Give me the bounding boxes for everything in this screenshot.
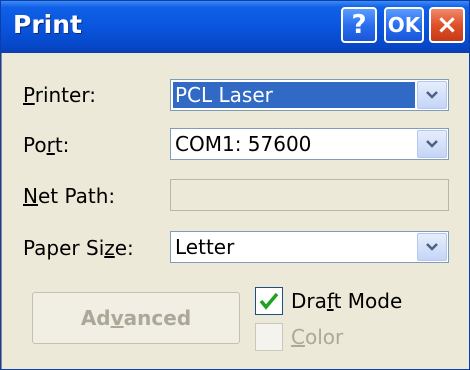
paper-size-value: Letter bbox=[175, 235, 235, 259]
draft-mode-label[interactable]: Draft Mode bbox=[291, 289, 402, 313]
paper-size-select[interactable]: Letter bbox=[170, 231, 449, 263]
advanced-button[interactable]: Ad v anced bbox=[32, 292, 240, 344]
printer-dropdown-button[interactable] bbox=[417, 81, 447, 109]
printer-select[interactable]: PCL Laser bbox=[170, 79, 449, 111]
port-value: COM1: 57600 bbox=[175, 132, 312, 156]
draft-mode-checkbox[interactable] bbox=[255, 287, 283, 315]
paper-size-dropdown-button[interactable] bbox=[417, 233, 447, 261]
close-button[interactable]: × bbox=[429, 7, 465, 43]
title-bar[interactable]: Print ? OK × bbox=[1, 1, 469, 53]
paper-size-label: Paper Size: bbox=[23, 236, 134, 260]
left-divider bbox=[1, 53, 2, 369]
port-label: Port: bbox=[23, 133, 70, 157]
chevron-down-icon bbox=[426, 91, 438, 99]
ok-button[interactable]: OK bbox=[384, 7, 424, 43]
color-label[interactable]: Color bbox=[291, 325, 343, 349]
dialog-title: Print bbox=[13, 10, 82, 39]
port-dropdown-button[interactable] bbox=[417, 130, 447, 158]
close-icon: × bbox=[436, 10, 458, 40]
help-button[interactable]: ? bbox=[341, 7, 377, 43]
net-path-input[interactable] bbox=[170, 179, 449, 211]
chevron-down-icon bbox=[426, 140, 438, 148]
checkmark-icon bbox=[259, 292, 279, 310]
printer-label: Printer: bbox=[23, 83, 96, 107]
chevron-down-icon bbox=[426, 243, 438, 251]
printer-value: PCL Laser bbox=[175, 83, 273, 107]
net-path-label: Net Path: bbox=[23, 184, 116, 208]
print-dialog: Print ? OK × Printer: PCL Laser Port: CO… bbox=[0, 0, 470, 370]
port-select[interactable]: COM1: 57600 bbox=[170, 128, 449, 160]
color-checkbox[interactable] bbox=[255, 323, 283, 351]
